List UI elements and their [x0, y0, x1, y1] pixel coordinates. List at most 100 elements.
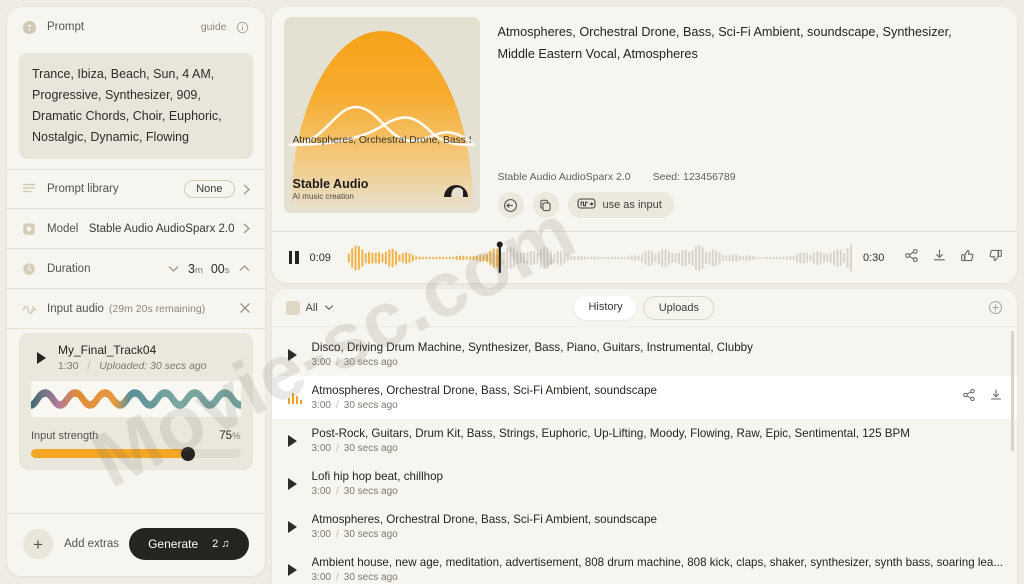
slider-handle[interactable] — [181, 447, 195, 461]
info-icon[interactable] — [235, 19, 251, 35]
input-track-name: My_Final_Track04 — [58, 343, 207, 357]
history-filter[interactable]: All — [286, 301, 334, 315]
history-row-meta: 3:00/30 secs ago — [312, 529, 1003, 540]
play-icon[interactable] — [288, 521, 312, 533]
stable-audio-logo-icon — [442, 180, 470, 203]
player-waveform[interactable] — [347, 241, 852, 275]
cover-title: Atmospheres, Orchestral Drone, Bass Sc..… — [293, 135, 471, 146]
history-row-meta: 3:00/30 secs ago — [312, 572, 1003, 583]
share-icon[interactable] — [904, 248, 919, 268]
pause-icon[interactable] — [289, 251, 299, 264]
history-row-1[interactable]: Atmospheres, Orchestral Drone, Bass, Sci… — [272, 376, 1017, 419]
history-header: All History Uploads — [272, 289, 1017, 327]
add-extras-button[interactable]: + Add extras — [23, 529, 119, 559]
history-row-4[interactable]: Atmospheres, Orchestral Drone, Bass, Sci… — [272, 505, 1017, 548]
stable-audio-app: Movie-sc.com T Prompt guide Trance, Ibiz… — [0, 0, 1024, 584]
history-row-3[interactable]: Lofi hip hop beat, chillhop 3:00/30 secs… — [272, 462, 1017, 505]
result-model-name: Stable Audio AudioSparx 2.0 — [498, 171, 631, 183]
chevron-down-icon — [324, 302, 334, 314]
history-panel: All History Uploads D — [272, 289, 1017, 584]
use-as-input-button[interactable]: use as input — [568, 192, 674, 218]
model-row[interactable]: Model Stable Audio AudioSparx 2.0 — [7, 209, 265, 249]
library-lines-icon — [21, 181, 37, 197]
prompt-input[interactable]: Trance, Ibiza, Beach, Sun, 4 AM, Progres… — [19, 53, 253, 159]
generate-button[interactable]: Generate 2 ♫ — [129, 528, 248, 560]
duration-minutes[interactable]: 3m — [188, 262, 203, 276]
equalizer-icon[interactable] — [288, 392, 312, 404]
svg-text:T: T — [26, 22, 31, 32]
tab-uploads[interactable]: Uploads — [644, 296, 714, 320]
play-icon[interactable] — [288, 435, 312, 447]
duration-label: Duration — [47, 263, 167, 275]
composer-footer: + Add extras Generate 2 ♫ — [7, 513, 265, 576]
total-time: 0:30 — [863, 252, 889, 264]
filter-square-icon — [286, 301, 300, 315]
input-audio-card: My_Final_Track04 1:30 / Uploaded: 30 sec… — [19, 333, 253, 470]
thumbs-up-icon[interactable] — [960, 248, 975, 268]
prompt-library-row[interactable]: Prompt library None — [7, 169, 265, 209]
right-column: Atmospheres, Orchestral Drone, Bass Sc..… — [265, 0, 1024, 584]
play-icon[interactable] — [288, 564, 312, 576]
history-row-2[interactable]: Post-Rock, Guitars, Drum Kit, Bass, Stri… — [272, 419, 1017, 462]
result-prompt-text: Atmospheres, Orchestral Drone, Bass, Sci… — [498, 21, 958, 65]
input-audio-header: Input audio(29m 20s remaining) — [7, 289, 265, 329]
text-prompt-icon: T — [21, 19, 37, 35]
copy-icon[interactable] — [533, 192, 559, 218]
share-icon[interactable] — [962, 388, 976, 407]
history-filter-label: All — [306, 302, 318, 314]
prompt-library-value[interactable]: None — [184, 180, 234, 198]
current-time: 0:09 — [310, 252, 336, 264]
duration-seconds[interactable]: 00s — [211, 262, 230, 276]
duration-row: Duration 3m 00s — [7, 249, 265, 289]
history-row-title: Post-Rock, Guitars, Drum Kit, Bass, Stri… — [312, 427, 1003, 440]
history-row-0[interactable]: Disco, Driving Drum Machine, Synthesizer… — [272, 333, 1017, 376]
close-icon[interactable] — [239, 302, 251, 316]
duration-decrease-button[interactable] — [167, 264, 180, 273]
download-icon[interactable] — [989, 388, 1003, 407]
input-audio-label: Input audio(29m 20s remaining) — [47, 303, 239, 315]
history-scrollbar[interactable] — [1011, 331, 1014, 451]
cover-art[interactable]: Atmospheres, Orchestral Drone, Bass Sc..… — [284, 17, 480, 213]
plus-circle-icon[interactable] — [988, 300, 1003, 315]
duration-increase-button[interactable] — [238, 264, 251, 273]
history-row-title: Atmospheres, Orchestral Drone, Bass, Sci… — [312, 384, 952, 397]
prompt-guide-link[interactable]: guide — [201, 21, 227, 33]
music-note-icon: ♫ — [221, 538, 229, 550]
model-value: Stable Audio AudioSparx 2.0 — [89, 223, 235, 235]
plus-icon: + — [23, 529, 53, 559]
play-icon[interactable] — [288, 478, 312, 490]
chevron-right-icon — [242, 183, 251, 196]
play-icon[interactable] — [37, 352, 46, 364]
input-strength-slider[interactable] — [31, 449, 241, 458]
waveform-arrow-icon — [577, 196, 596, 214]
result-details: Atmospheres, Orchestral Drone, Bass, Sci… — [480, 17, 1005, 231]
generate-label: Generate — [148, 537, 198, 551]
history-row-meta: 3:00/30 secs ago — [312, 400, 952, 411]
composer-panel: T Prompt guide Trance, Ibiza, Beach, Sun… — [7, 7, 265, 576]
history-row-title: Ambient house, new age, meditation, adve… — [312, 556, 1003, 569]
extend-icon[interactable] — [498, 192, 524, 218]
result-meta: Stable Audio AudioSparx 2.0 Seed: 123456… — [498, 171, 993, 183]
history-tabs: History Uploads — [574, 296, 714, 320]
prompt-library-label: Prompt library — [47, 183, 184, 195]
history-list[interactable]: Disco, Driving Drum Machine, Synthesizer… — [272, 327, 1017, 584]
model-label: Model — [47, 223, 89, 235]
input-track-header: My_Final_Track04 1:30 / Uploaded: 30 sec… — [31, 343, 241, 372]
history-row-meta: 3:00/30 secs ago — [312, 486, 1003, 497]
clock-icon — [21, 261, 37, 277]
input-strength-row: Input strength 75% — [31, 430, 241, 442]
download-icon[interactable] — [932, 248, 947, 268]
result-seed: Seed: 123456789 — [653, 171, 736, 183]
generate-credits: 2 ♫ — [212, 538, 229, 550]
history-row-5[interactable]: Ambient house, new age, meditation, adve… — [272, 548, 1017, 584]
prompt-label: Prompt — [47, 21, 201, 33]
audio-wave-icon — [21, 301, 37, 317]
cover-brand: Stable Audio AI music creation — [293, 177, 369, 201]
history-row-title: Atmospheres, Orchestral Drone, Bass, Sci… — [312, 513, 1003, 526]
tab-history[interactable]: History — [574, 296, 636, 320]
history-row-title: Lofi hip hop beat, chillhop — [312, 470, 1003, 483]
play-icon[interactable] — [288, 349, 312, 361]
use-as-input-label: use as input — [603, 199, 662, 211]
thumbs-down-icon[interactable] — [988, 248, 1003, 268]
input-waveform[interactable] — [31, 381, 241, 417]
